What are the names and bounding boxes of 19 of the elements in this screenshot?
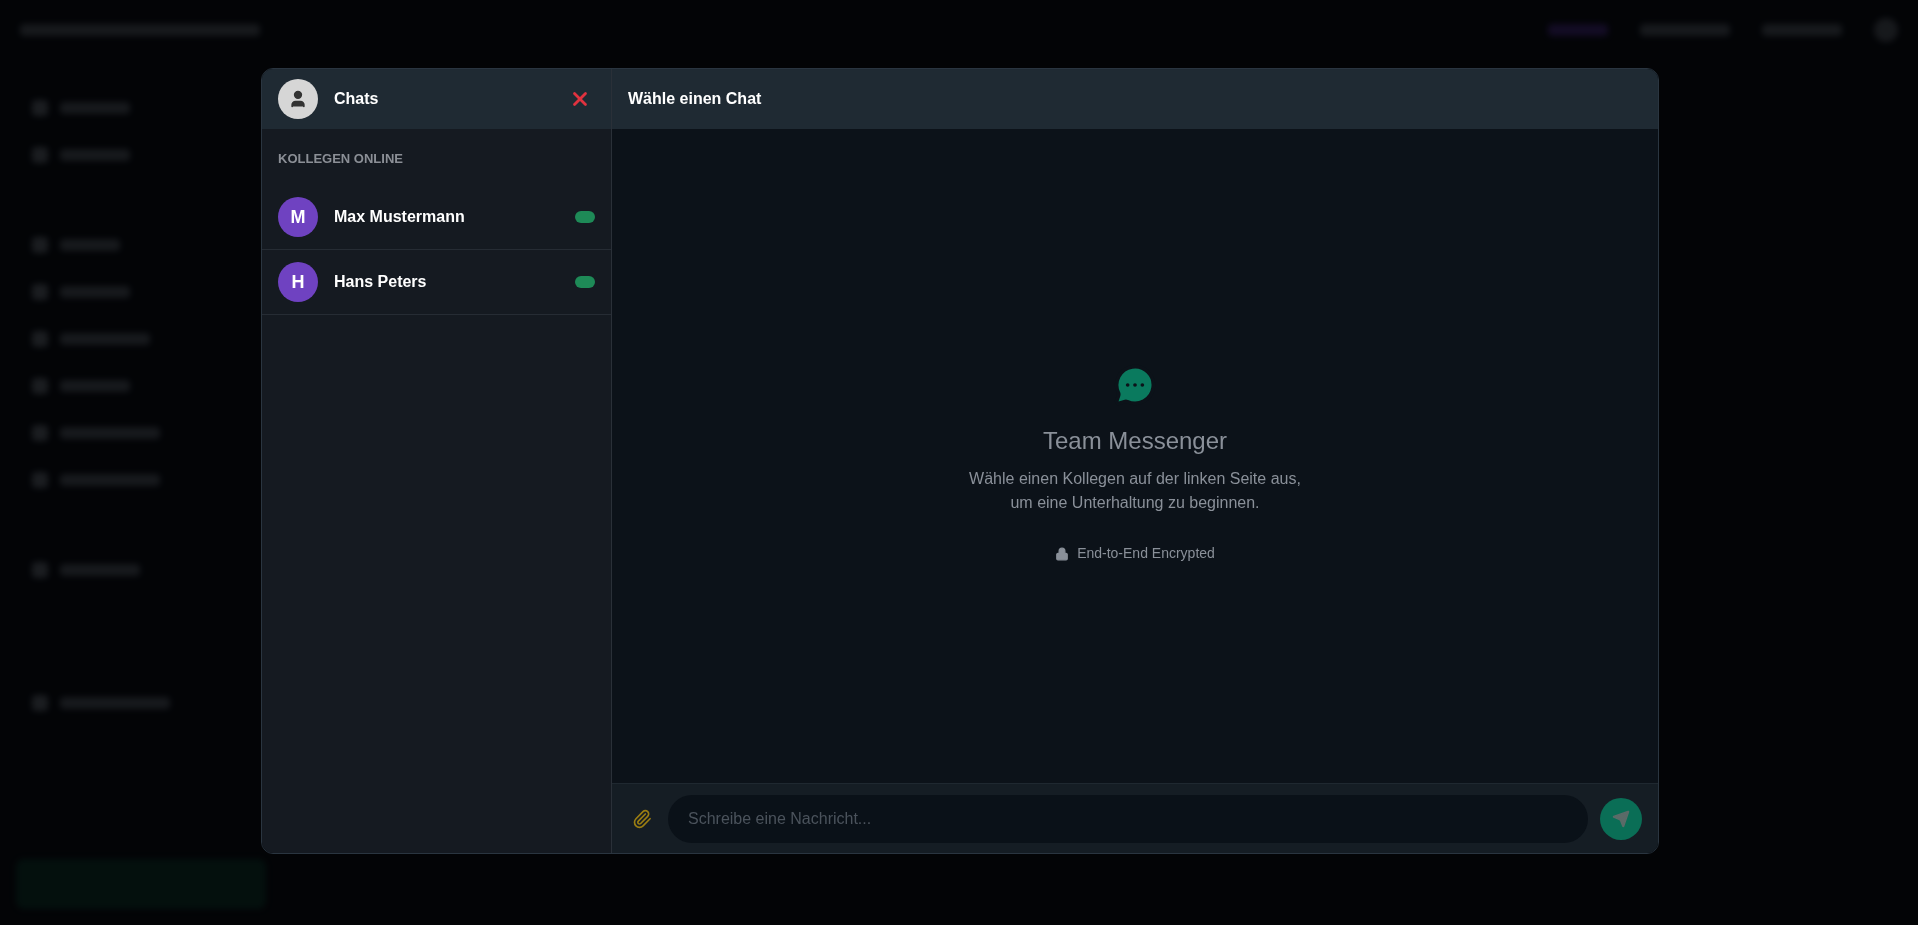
user-avatar[interactable] [278,79,318,119]
empty-state-text: Wähle einen Kollegen auf der linken Seite aus, um eine Unterhaltung zu beginnen. [969,469,1301,513]
section-label: KOLLEGEN ONLINE [277,150,404,168]
security-note: End-to-End Encrypted [1077,544,1215,563]
person-icon [288,89,308,109]
contact-name: Hans Peters [334,271,428,292]
sidebar-title: Chats [334,89,380,109]
send-icon [1612,809,1630,828]
send-button[interactable] [1600,797,1642,840]
lock-icon [1055,546,1070,561]
contact-avatar: H [278,261,318,302]
empty-state-title: Team Messenger [1042,426,1228,456]
contact-row[interactable]: M Max Mustermann [262,184,611,250]
contact-name: Max Mustermann [334,206,466,227]
contact-avatar: M [278,196,318,237]
chat-title: Wähle einen Chat [628,89,762,109]
paperclip-icon [632,808,652,829]
message-input[interactable]: Schreibe eine Nachricht... [668,794,1588,843]
contact-row[interactable]: H Hans Peters [262,249,611,315]
